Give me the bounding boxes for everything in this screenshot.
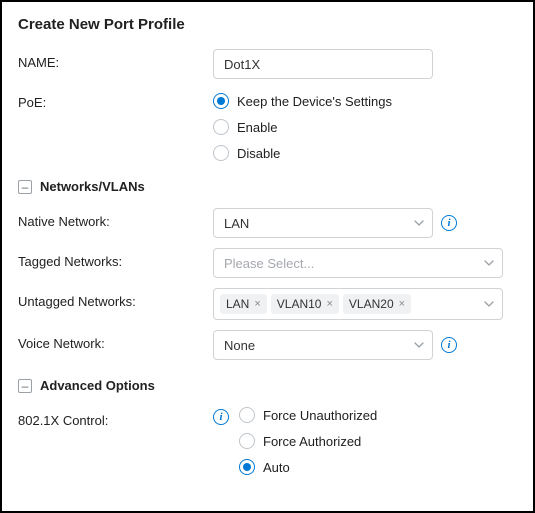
dot1x-control-label: 802.1X Control:: [18, 407, 213, 428]
chevron-down-icon: [414, 220, 424, 226]
radio-icon: [213, 145, 229, 161]
radio-icon: [213, 93, 229, 109]
tag-item: VLAN20 ×: [343, 294, 411, 314]
radio-icon: [239, 407, 255, 423]
radio-icon: [239, 459, 255, 475]
tag-remove-icon[interactable]: ×: [399, 298, 405, 310]
poe-option-disable[interactable]: Disable: [213, 145, 392, 161]
select-value: None: [224, 338, 255, 353]
radio-icon: [213, 119, 229, 135]
poe-option-enable[interactable]: Enable: [213, 119, 392, 135]
select-value: LAN: [224, 216, 249, 231]
section-title-advanced: Advanced Options: [40, 378, 155, 393]
native-network-label: Native Network:: [18, 208, 213, 229]
info-icon[interactable]: i: [441, 337, 457, 353]
tag-item: LAN ×: [220, 294, 267, 314]
dot1x-option-force-unauthorized[interactable]: Force Unauthorized: [239, 407, 377, 423]
poe-label: PoE:: [18, 89, 213, 110]
radio-label: Keep the Device's Settings: [237, 94, 392, 109]
radio-icon: [239, 433, 255, 449]
radio-label: Disable: [237, 146, 280, 161]
chevron-down-icon: [484, 301, 494, 307]
tag-remove-icon[interactable]: ×: [254, 298, 260, 310]
radio-label: Enable: [237, 120, 277, 135]
chevron-down-icon: [484, 260, 494, 266]
page-title: Create New Port Profile: [18, 16, 517, 33]
chevron-down-icon: [414, 342, 424, 348]
info-icon[interactable]: i: [213, 409, 229, 425]
dot1x-option-auto[interactable]: Auto: [239, 459, 377, 475]
tagged-networks-label: Tagged Networks:: [18, 248, 213, 269]
dot1x-option-force-authorized[interactable]: Force Authorized: [239, 433, 377, 449]
collapse-toggle-networks[interactable]: –: [18, 180, 32, 194]
voice-network-select[interactable]: None: [213, 330, 433, 360]
tag-remove-icon[interactable]: ×: [326, 298, 332, 310]
poe-radio-group: Keep the Device's Settings Enable Disabl…: [213, 89, 392, 161]
name-label: NAME:: [18, 49, 213, 70]
tag-label: VLAN20: [349, 297, 394, 311]
info-icon[interactable]: i: [441, 215, 457, 231]
radio-label: Force Unauthorized: [263, 408, 377, 423]
voice-network-label: Voice Network:: [18, 330, 213, 351]
untagged-networks-select[interactable]: LAN × VLAN10 × VLAN20 ×: [213, 288, 503, 320]
section-title-networks: Networks/VLANs: [40, 179, 145, 194]
dot1x-radio-group: Force Unauthorized Force Authorized Auto: [239, 407, 377, 475]
native-network-select[interactable]: LAN: [213, 208, 433, 238]
tag-label: LAN: [226, 297, 249, 311]
untagged-networks-label: Untagged Networks:: [18, 288, 213, 309]
name-input[interactable]: [213, 49, 433, 79]
tag-label: VLAN10: [277, 297, 322, 311]
tag-item: VLAN10 ×: [271, 294, 339, 314]
tagged-networks-select[interactable]: Please Select...: [213, 248, 503, 278]
radio-label: Auto: [263, 460, 290, 475]
collapse-toggle-advanced[interactable]: –: [18, 379, 32, 393]
radio-label: Force Authorized: [263, 434, 361, 449]
select-placeholder: Please Select...: [224, 256, 314, 271]
poe-option-keep[interactable]: Keep the Device's Settings: [213, 93, 392, 109]
